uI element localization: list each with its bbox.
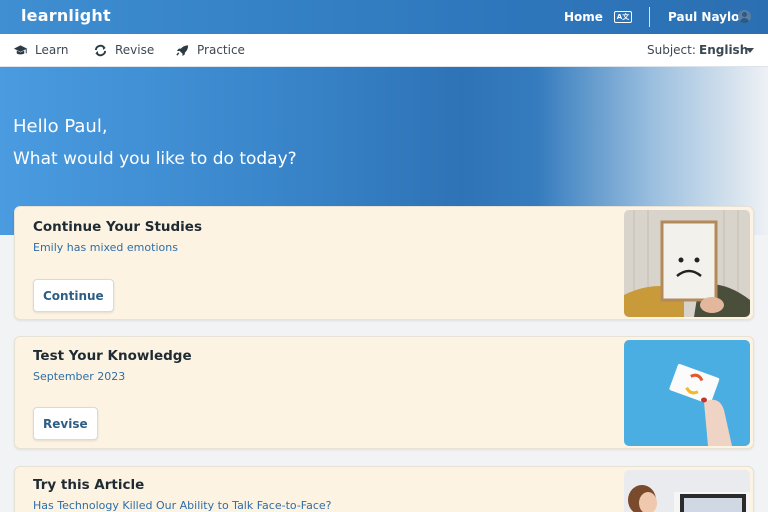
card-title: Continue Your Studies [33,219,203,235]
top-bar: learnlight Home A文 Paul Naylor [0,0,768,34]
nav-label: Learn [35,43,69,57]
hero-greeting: Hello Paul, [13,116,108,137]
nav-item-learn[interactable]: Learn [13,43,69,57]
card-subtitle[interactable]: September 2023 [33,370,125,383]
card-subtitle[interactable]: Has Technology Killed Our Ability to Tal… [33,499,332,512]
graduation-cap-icon [13,44,28,54]
rocket-icon [176,44,189,56]
nav-item-revise[interactable]: Revise [93,43,154,57]
nav-bar: Learn Revise Practice Subject: English [0,34,768,67]
chevron-down-icon[interactable] [746,48,754,53]
divider [649,7,650,27]
card-title: Try this Article [33,477,145,493]
nav-label: Revise [115,43,155,57]
user-name[interactable]: Paul Naylor [668,10,745,24]
home-link[interactable]: Home [564,10,603,24]
card-test-knowledge[interactable]: Test Your Knowledge September 2023 Revis… [14,336,754,449]
nav-item-practice[interactable]: Practice [175,43,245,57]
refresh-icon [94,44,107,56]
card-title: Test Your Knowledge [33,348,192,364]
language-icon[interactable]: A文 [614,11,632,23]
logo[interactable]: learnlight [21,6,111,25]
card-continue-studies[interactable]: Continue Your Studies Emily has mixed em… [14,206,754,320]
card-try-article[interactable]: Try this Article Has Technology Killed O… [14,466,754,512]
hand-holding-card-image [624,340,750,446]
continue-button[interactable]: Continue [33,279,114,312]
revise-button[interactable]: Revise [33,407,98,440]
subject-select[interactable]: English [699,43,748,57]
sad-face-sign-image [624,210,750,317]
user-avatar-icon[interactable] [738,10,751,23]
nav-label: Practice [197,43,245,57]
hero-question: What would you like to do today? [13,149,297,169]
card-subtitle[interactable]: Emily has mixed emotions [33,241,178,254]
subject-label: Subject: [647,43,696,57]
person-at-computer-image [624,470,750,512]
